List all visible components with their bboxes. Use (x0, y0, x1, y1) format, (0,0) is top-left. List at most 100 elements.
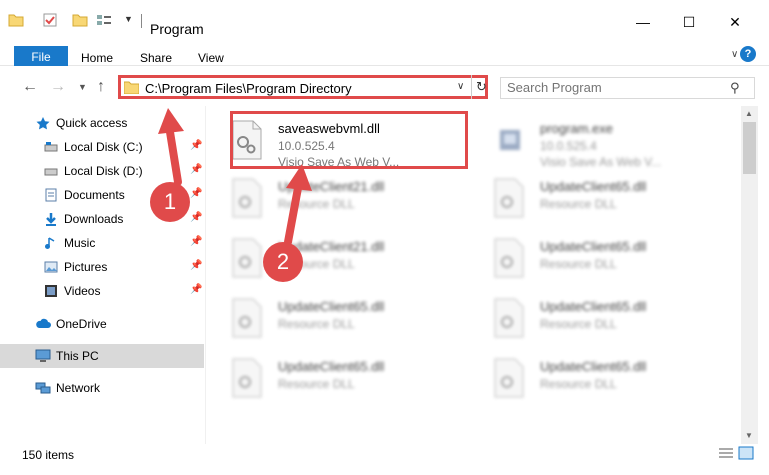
sidebar-item-network[interactable]: Network (0, 376, 204, 400)
customize-icon[interactable] (96, 12, 112, 28)
address-bar[interactable]: C:\Program Files\Program Directory ∨ ↻ (118, 75, 488, 99)
file-type: Resource DLL (278, 197, 355, 211)
pin-icon[interactable]: 📌 (190, 140, 202, 151)
dll-file-icon (230, 298, 264, 338)
drive-icon (44, 164, 58, 178)
file-type: Resource DLL (540, 197, 617, 211)
dll-file-icon (492, 298, 526, 338)
file-item[interactable]: UpdateClient21.dll Resource DLL (206, 170, 446, 226)
minimize-button[interactable]: — (620, 14, 666, 42)
file-item[interactable]: UpdateClient65.dll Resource DLL (206, 350, 446, 406)
tab-file[interactable]: File (14, 46, 68, 68)
up-arrow-icon[interactable]: ↑ (97, 78, 105, 96)
forward-arrow-icon[interactable]: → (50, 78, 66, 96)
file-type: Resource DLL (540, 377, 617, 391)
star-icon (36, 116, 50, 130)
download-icon (44, 212, 58, 226)
scroll-down-icon[interactable]: ▼ (745, 431, 753, 440)
sidebar-item-label: Documents (64, 188, 125, 202)
file-item[interactable]: UpdateClient65.dll Resource DLL (468, 350, 708, 406)
network-icon (35, 381, 51, 395)
dll-file-icon (492, 358, 526, 398)
expand-ribbon-icon[interactable]: ∨ (731, 49, 738, 60)
file-highlight-box (230, 111, 468, 169)
sidebar-item-this-pc[interactable]: This PC (0, 344, 204, 368)
cloud-icon (35, 317, 51, 331)
file-item[interactable]: UpdateClient65.dll Resource DLL (206, 290, 446, 346)
maximize-button[interactable]: ☐ (666, 14, 712, 42)
vertical-scrollbar[interactable]: ▲ ▼ (741, 106, 758, 444)
large-icons-view-icon[interactable] (738, 446, 754, 460)
back-arrow-icon[interactable]: ← (22, 78, 38, 96)
chevron-down-icon[interactable]: ∨ (457, 81, 464, 92)
new-folder-icon[interactable] (72, 12, 88, 28)
file-type: Resource DLL (540, 257, 617, 271)
file-item[interactable]: UpdateClient21.dll Resource DLL (206, 230, 446, 286)
title-bar: ▼ Program — ☐ ✕ (0, 0, 769, 40)
dll-file-icon (492, 178, 526, 218)
sidebar-item-music[interactable]: Music 📌 (0, 231, 204, 255)
file-item[interactable]: UpdateClient65.dll Resource DLL (468, 290, 708, 346)
status-bar: 150 items (0, 444, 769, 475)
documents-icon (44, 188, 58, 202)
search-box[interactable]: ⚲ (500, 77, 755, 99)
file-item[interactable]: UpdateClient65.dll Resource DLL (468, 230, 708, 286)
file-name: UpdateClient65.dll (540, 179, 647, 194)
dll-file-icon (492, 238, 526, 278)
close-button[interactable]: ✕ (712, 14, 758, 42)
chevron-down-icon[interactable]: ▼ (124, 14, 134, 30)
sidebar-item-label: Local Disk (D:) (64, 164, 143, 178)
recent-locations-icon[interactable]: ▼ (78, 82, 87, 92)
file-name: UpdateClient65.dll (278, 359, 385, 374)
sidebar-item-label: Pictures (64, 260, 108, 274)
exe-file-icon (492, 120, 526, 160)
scroll-thumb[interactable] (743, 122, 756, 174)
pin-icon[interactable]: 📌 (190, 212, 202, 223)
file-name: UpdateClient65.dll (540, 299, 647, 314)
navigation-bar: ← → ▼ ↑ C:\Program Files\Program Directo… (0, 66, 769, 106)
pin-icon[interactable]: 📌 (190, 164, 202, 175)
dll-file-icon (230, 238, 264, 278)
file-item[interactable]: UpdateClient65.dll Resource DLL (468, 170, 708, 226)
sidebar-item-quick-access[interactable]: Quick access (0, 111, 204, 135)
refresh-icon[interactable]: ↻ (471, 75, 491, 99)
music-icon (44, 236, 58, 250)
tab-view[interactable]: View (198, 51, 224, 65)
sidebar-item-label: Videos (64, 284, 101, 298)
details-view-icon[interactable] (718, 446, 734, 460)
file-type: Resource DLL (278, 377, 355, 391)
sidebar-item-pictures[interactable]: Pictures 📌 (0, 255, 204, 279)
file-version: 10.0.525.4 (540, 139, 597, 153)
sidebar-item-local-disk-d[interactable]: Local Disk (D:) 📌 (0, 159, 204, 183)
tab-share[interactable]: Share (140, 51, 172, 65)
pin-icon[interactable]: 📌 (190, 188, 202, 199)
file-name: UpdateClient21.dll (278, 179, 385, 194)
sidebar-item-label: This PC (56, 349, 99, 363)
sidebar-item-label: OneDrive (56, 317, 107, 331)
tab-home[interactable]: Home (81, 51, 113, 65)
sidebar-item-local-disk-c[interactable]: Local Disk (C:) 📌 (0, 135, 204, 159)
drive-icon (44, 140, 58, 154)
search-icon[interactable]: ⚲ (730, 80, 740, 96)
sidebar-item-onedrive[interactable]: OneDrive (0, 312, 204, 336)
help-button[interactable]: ? (740, 46, 756, 62)
sidebar-item-label: Music (64, 236, 96, 250)
pin-icon[interactable]: 📌 (190, 260, 202, 271)
sidebar-item-label: Local Disk (C:) (64, 140, 143, 154)
pin-icon[interactable]: 📌 (190, 236, 202, 247)
pin-icon[interactable]: 📌 (190, 284, 202, 295)
window-title: Program (150, 21, 204, 37)
file-name: program.exe (540, 121, 613, 136)
folder-icon[interactable] (8, 12, 24, 28)
properties-check-icon[interactable] (42, 12, 58, 28)
sidebar-item-label: Quick access (56, 116, 128, 130)
file-item-program-exe[interactable]: program.exe 10.0.525.4 Visio Save As Web… (468, 112, 708, 169)
search-input[interactable] (507, 80, 717, 95)
file-description: Visio Save As Web V... (540, 155, 662, 169)
sidebar-item-videos[interactable]: Videos 📌 (0, 279, 204, 303)
address-path[interactable]: C:\Program Files\Program Directory (145, 81, 352, 96)
scroll-up-icon[interactable]: ▲ (745, 109, 753, 118)
step-callout-1: 1 (150, 182, 190, 222)
dll-file-icon (230, 358, 264, 398)
navigation-pane: Quick access Local Disk (C:) 📌 Local Dis… (0, 106, 206, 444)
